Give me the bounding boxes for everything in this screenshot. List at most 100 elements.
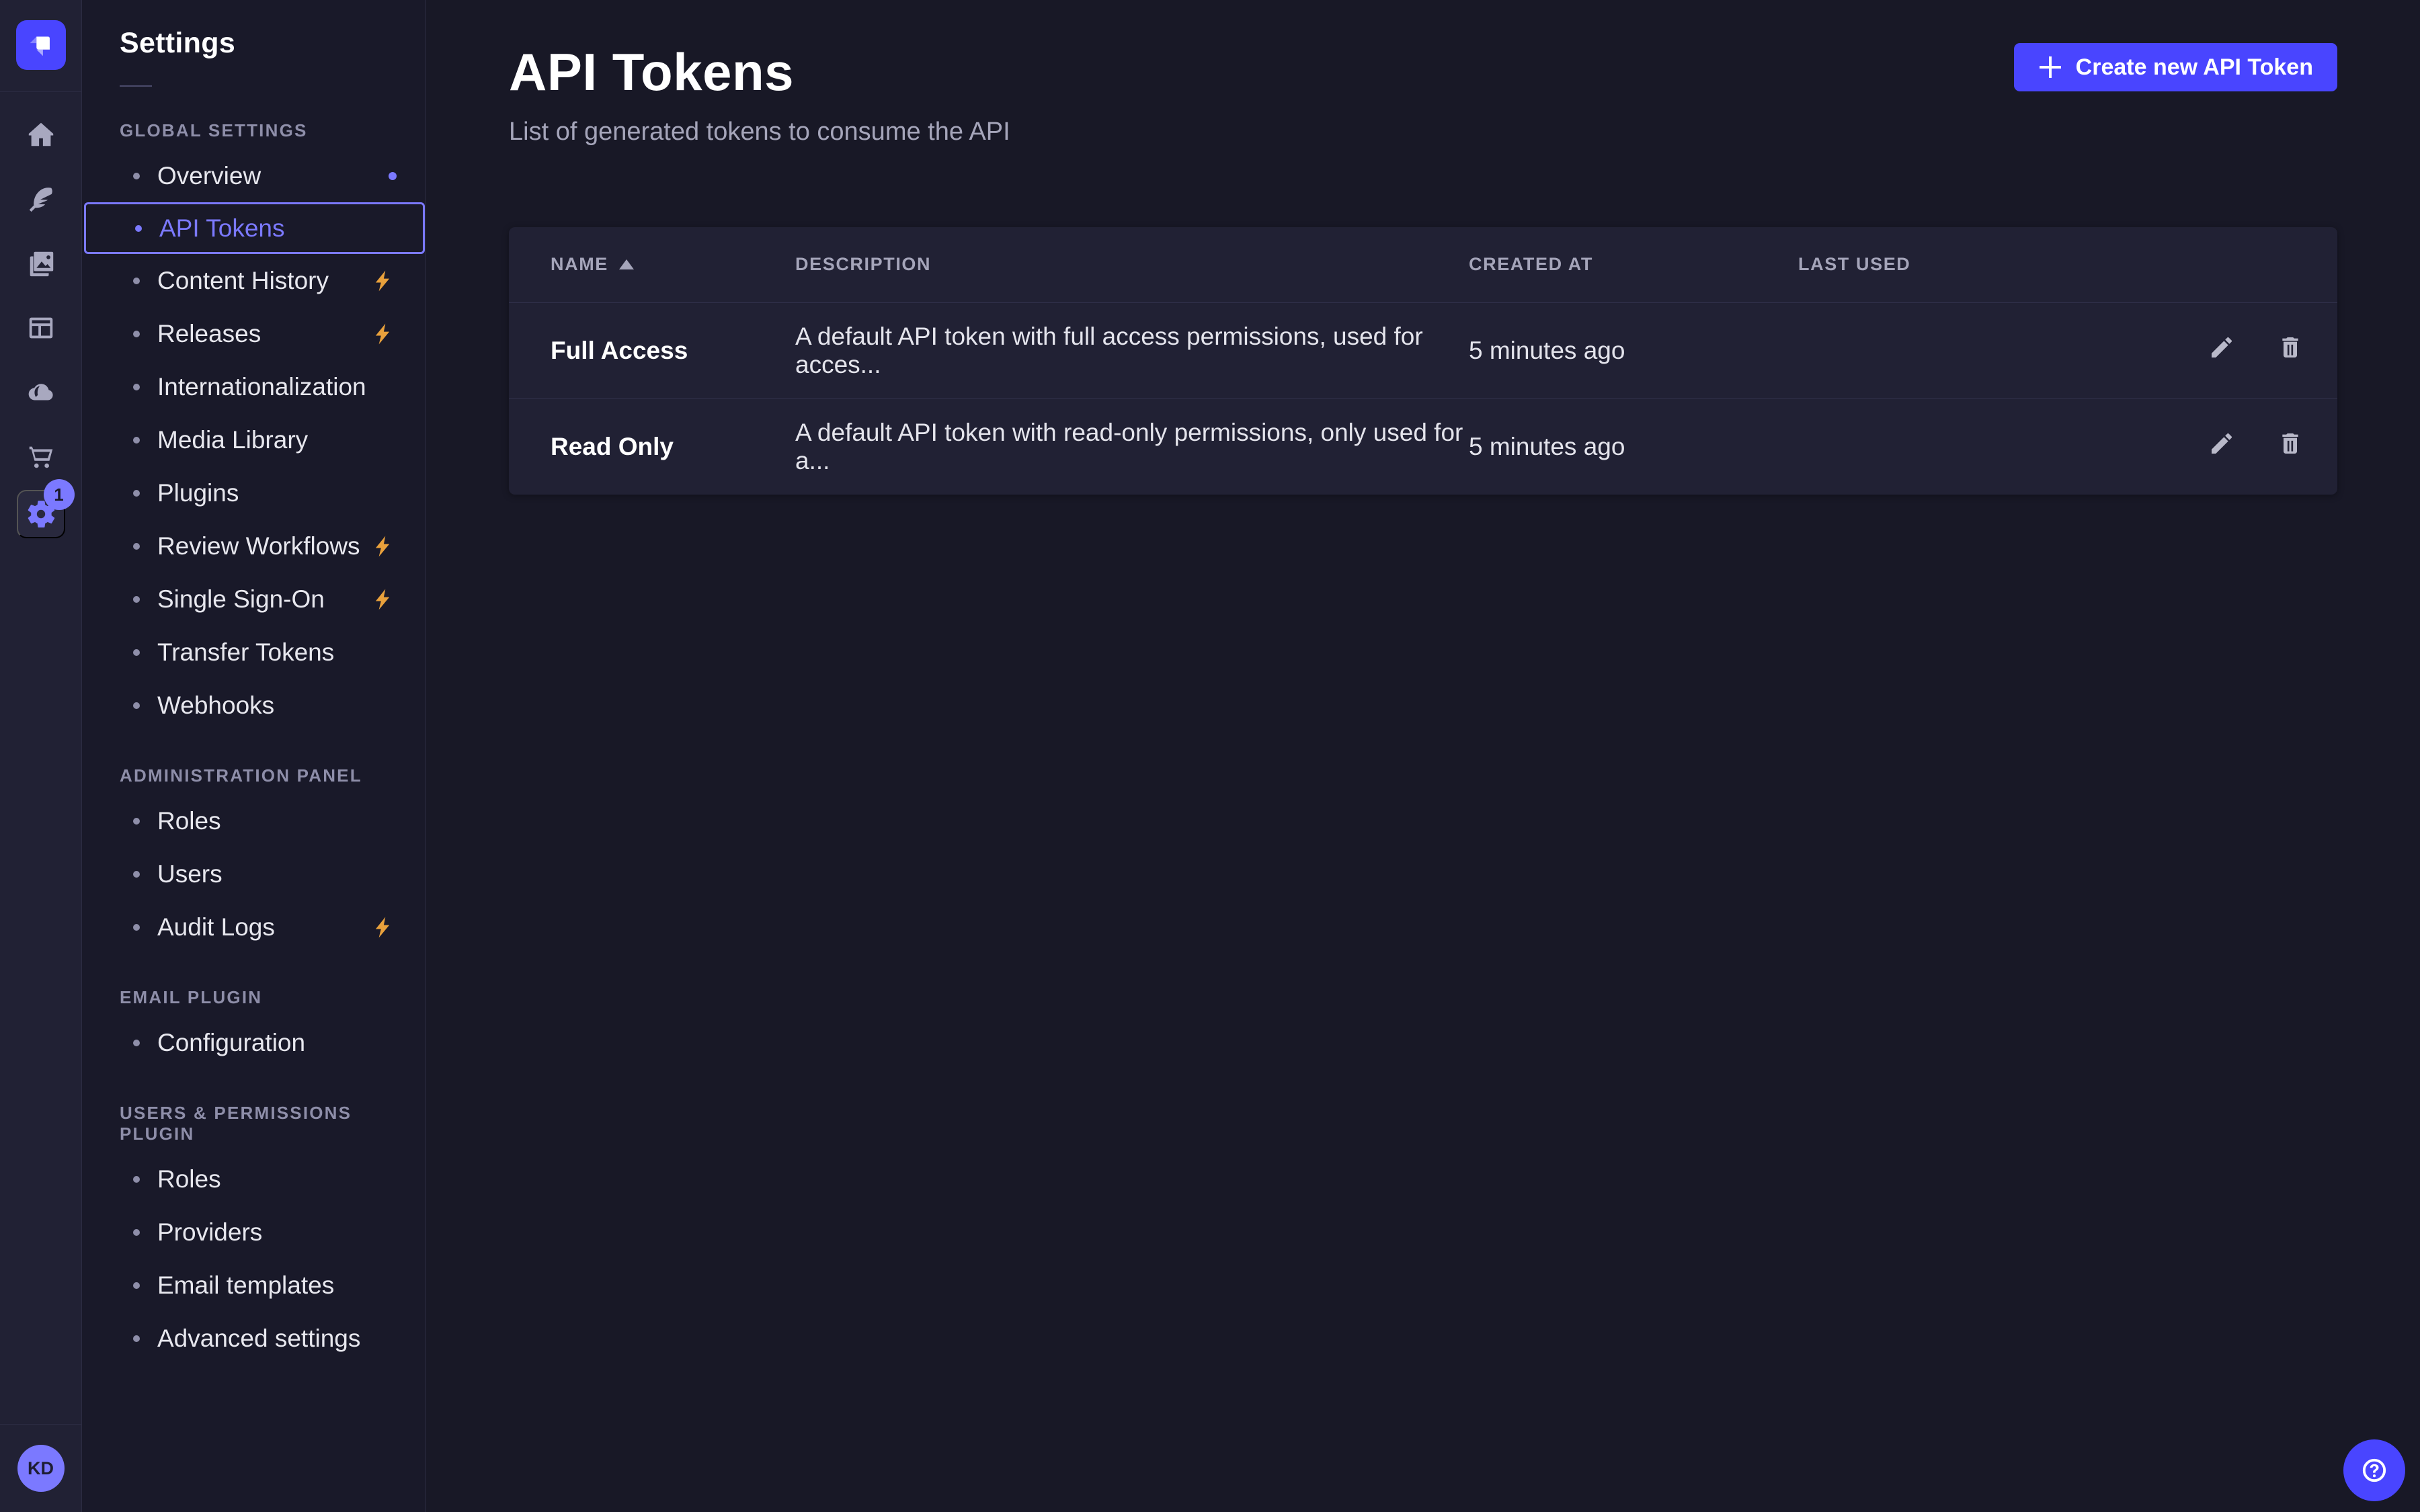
bullet-icon: [133, 702, 140, 709]
bullet-icon: [133, 818, 140, 825]
cart-icon[interactable]: [26, 442, 56, 472]
plus-icon: [2038, 55, 2062, 79]
sidebar-item-label: Webhooks: [157, 691, 274, 720]
sidebar-item-providers[interactable]: Providers: [82, 1206, 425, 1259]
delete-token-button[interactable]: [2277, 334, 2304, 363]
token-description: A default API token with read-only permi…: [795, 398, 1469, 495]
bullet-icon: [133, 490, 140, 497]
lightning-icon: [370, 587, 395, 612]
token-name: Read Only: [509, 398, 795, 495]
column-header-description: DESCRIPTION: [795, 227, 1469, 302]
sidebar-item-label: Internationalization: [157, 373, 366, 401]
bullet-icon: [135, 225, 142, 232]
main-content: API Tokens List of generated tokens to c…: [426, 0, 2420, 1512]
sidebar-item-label: API Tokens: [159, 214, 284, 243]
section-administration-panel: ADMINISTRATION PANEL Roles Users Audit L…: [82, 765, 425, 954]
lightning-icon: [370, 915, 395, 940]
bullet-icon: [133, 543, 140, 550]
pencil-icon: [2208, 430, 2235, 457]
strapi-logo-icon: [26, 30, 56, 60]
layout-builder-icon[interactable]: [26, 312, 56, 343]
help-question-icon: [2357, 1453, 2392, 1488]
help-button[interactable]: [2343, 1439, 2405, 1501]
token-description: A default API token with full access per…: [795, 302, 1469, 398]
sidebar-item-users[interactable]: Users: [82, 847, 425, 900]
edit-token-button[interactable]: [2208, 430, 2235, 459]
sidebar-item-content-history[interactable]: Content History: [82, 254, 425, 307]
bullet-icon: [133, 1176, 140, 1183]
section-email-plugin: EMAIL PLUGIN Configuration: [82, 987, 425, 1069]
section-label: ADMINISTRATION PANEL: [82, 765, 425, 786]
notifications-badge: 1: [44, 479, 75, 510]
sidebar-item-single-sign-on[interactable]: Single Sign-On: [82, 573, 425, 626]
notification-dot-icon: [389, 172, 397, 180]
bullet-icon: [133, 1282, 140, 1289]
sidebar-item-roles-admin[interactable]: Roles: [82, 794, 425, 847]
bullet-icon: [133, 924, 140, 931]
sidebar-item-internationalization[interactable]: Internationalization: [82, 360, 425, 413]
subnav-title: Settings: [82, 27, 425, 60]
strapi-logo[interactable]: [16, 20, 66, 70]
sidebar-item-api-tokens[interactable]: API Tokens: [84, 202, 425, 254]
sidebar-item-plugins[interactable]: Plugins: [82, 466, 425, 519]
sidebar-item-roles-up[interactable]: Roles: [82, 1152, 425, 1206]
sidebar-item-review-workflows[interactable]: Review Workflows: [82, 519, 425, 573]
page-title: API Tokens: [509, 42, 1010, 103]
bullet-icon: [133, 1229, 140, 1236]
bullet-icon: [133, 173, 140, 179]
sidebar-item-label: Overview: [157, 162, 261, 190]
sidebar-item-overview[interactable]: Overview: [82, 149, 425, 202]
user-avatar[interactable]: KD: [17, 1445, 65, 1492]
pencil-icon: [2208, 334, 2235, 361]
sidebar-item-email-templates[interactable]: Email templates: [82, 1259, 425, 1312]
sidebar-item-label: Review Workflows: [157, 532, 360, 560]
column-header-actions: [2087, 227, 2337, 302]
settings-button[interactable]: 1: [17, 490, 65, 538]
page-subtitle: List of generated tokens to consume the …: [509, 118, 1010, 146]
sidebar-item-transfer-tokens[interactable]: Transfer Tokens: [82, 626, 425, 679]
bullet-icon: [133, 278, 140, 284]
sidebar-item-label: Audit Logs: [157, 913, 275, 941]
sidebar-item-audit-logs[interactable]: Audit Logs: [82, 900, 425, 954]
section-label: GLOBAL SETTINGS: [82, 120, 425, 141]
sidebar-item-releases[interactable]: Releases: [82, 307, 425, 360]
main-nav-rail: 1 KD: [0, 0, 82, 1512]
sidebar-item-label: Transfer Tokens: [157, 638, 334, 667]
bullet-icon: [133, 1335, 140, 1342]
section-label: USERS & PERMISSIONS PLUGIN: [82, 1103, 425, 1144]
column-header-created-at: CREATED AT: [1469, 227, 1798, 302]
api-tokens-table: NAME DESCRIPTION CREATED AT LAST USED Fu…: [509, 227, 2337, 495]
bullet-icon: [133, 649, 140, 656]
bullet-icon: [133, 871, 140, 878]
sidebar-item-label: Roles: [157, 807, 221, 835]
token-created-at: 5 minutes ago: [1469, 398, 1798, 495]
sidebar-item-label: Content History: [157, 267, 329, 295]
sidebar-item-media-library[interactable]: Media Library: [82, 413, 425, 466]
sort-by-name-button[interactable]: NAME: [551, 254, 795, 275]
table-row-full-access[interactable]: Full Access A default API token with ful…: [509, 302, 2337, 398]
bullet-icon: [133, 596, 140, 603]
media-library-icon[interactable]: [26, 248, 56, 279]
sidebar-item-configuration[interactable]: Configuration: [82, 1016, 425, 1069]
section-global-settings: GLOBAL SETTINGS Overview API Tokens Cont…: [82, 120, 425, 732]
delete-token-button[interactable]: [2277, 430, 2304, 459]
feather-pen-icon[interactable]: [26, 183, 56, 214]
trash-icon: [2277, 334, 2304, 361]
create-button-label: Create new API Token: [2076, 54, 2313, 81]
sort-ascending-icon: [619, 259, 634, 269]
sidebar-item-advanced-settings[interactable]: Advanced settings: [82, 1312, 425, 1365]
create-api-token-button[interactable]: Create new API Token: [2014, 43, 2337, 91]
page-header: API Tokens List of generated tokens to c…: [509, 42, 2337, 146]
sidebar-item-label: Providers: [157, 1218, 262, 1247]
home-icon[interactable]: [26, 119, 56, 150]
cloud-icon[interactable]: [26, 377, 56, 408]
table-row-read-only[interactable]: Read Only A default API token with read-…: [509, 398, 2337, 495]
edit-token-button[interactable]: [2208, 334, 2235, 363]
token-last-used: [1798, 398, 2087, 495]
token-name: Full Access: [509, 302, 795, 398]
sidebar-item-label: Users: [157, 860, 223, 888]
lightning-icon: [370, 268, 395, 294]
token-created-at: 5 minutes ago: [1469, 302, 1798, 398]
sidebar-item-label: Email templates: [157, 1271, 334, 1300]
sidebar-item-webhooks[interactable]: Webhooks: [82, 679, 425, 732]
